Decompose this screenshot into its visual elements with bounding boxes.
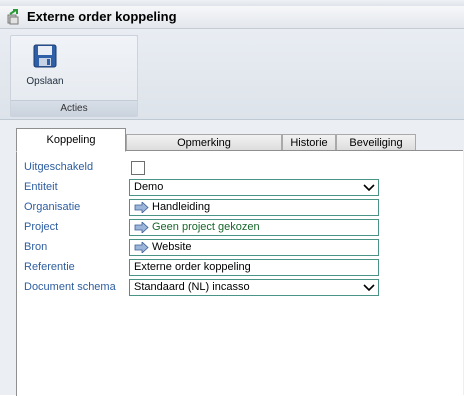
ribbon-group-label: Acties [11, 100, 137, 116]
title-bar: Externe order koppeling [0, 6, 464, 29]
reference-label: Referentie [24, 261, 75, 273]
ribbon-group-actions: Opslaan Acties [10, 35, 138, 117]
arrow-right-icon [134, 242, 149, 253]
tab-beveiliging[interactable]: Beveiliging [336, 134, 416, 151]
project-value: Geen project gekozen [152, 221, 260, 233]
organization-label: Organisatie [24, 201, 81, 213]
content-area: Koppeling Opmerking Historie Beveiliging… [0, 120, 464, 396]
tab-opmerking[interactable]: Opmerking [126, 134, 282, 151]
ribbon: Opslaan Acties [0, 29, 464, 120]
window-title: Externe order koppeling [27, 9, 177, 24]
document-schema-value: Standaard (NL) incasso [134, 281, 250, 293]
form-panel: Uitgeschakeld Entiteit Demo Organisatie … [16, 150, 463, 396]
disabled-label: Uitgeschakeld [24, 161, 94, 173]
disabled-checkbox[interactable] [131, 161, 145, 175]
tab-strip: Koppeling Opmerking Historie Beveiliging [0, 128, 464, 152]
save-button-label: Opslaan [26, 76, 64, 87]
chevron-down-icon [363, 284, 375, 292]
document-schema-select[interactable]: Standaard (NL) incasso [129, 279, 379, 296]
tab-historie[interactable]: Historie [282, 134, 336, 151]
arrow-right-icon [134, 222, 149, 233]
source-label: Bron [24, 241, 48, 253]
project-label: Project [24, 221, 59, 233]
chevron-down-icon [363, 184, 375, 192]
reference-value: Externe order koppeling [134, 261, 251, 273]
entity-select[interactable]: Demo [129, 179, 379, 196]
link-icon [6, 9, 22, 25]
document-schema-label: Document schema [24, 281, 116, 293]
source-lookup[interactable]: Website [129, 239, 379, 256]
save-button[interactable]: Opslaan [17, 42, 73, 96]
entity-value: Demo [134, 181, 164, 193]
arrow-right-icon [134, 202, 149, 213]
source-value: Website [152, 241, 192, 253]
organization-value: Handleiding [152, 201, 211, 213]
ribbon-separator [137, 35, 138, 115]
entity-label: Entiteit [24, 181, 58, 193]
project-lookup[interactable]: Geen project gekozen [129, 219, 379, 236]
floppy-disk-icon [33, 44, 57, 68]
tab-koppeling[interactable]: Koppeling [16, 128, 126, 152]
reference-input[interactable]: Externe order koppeling [129, 259, 379, 276]
organization-lookup[interactable]: Handleiding [129, 199, 379, 216]
